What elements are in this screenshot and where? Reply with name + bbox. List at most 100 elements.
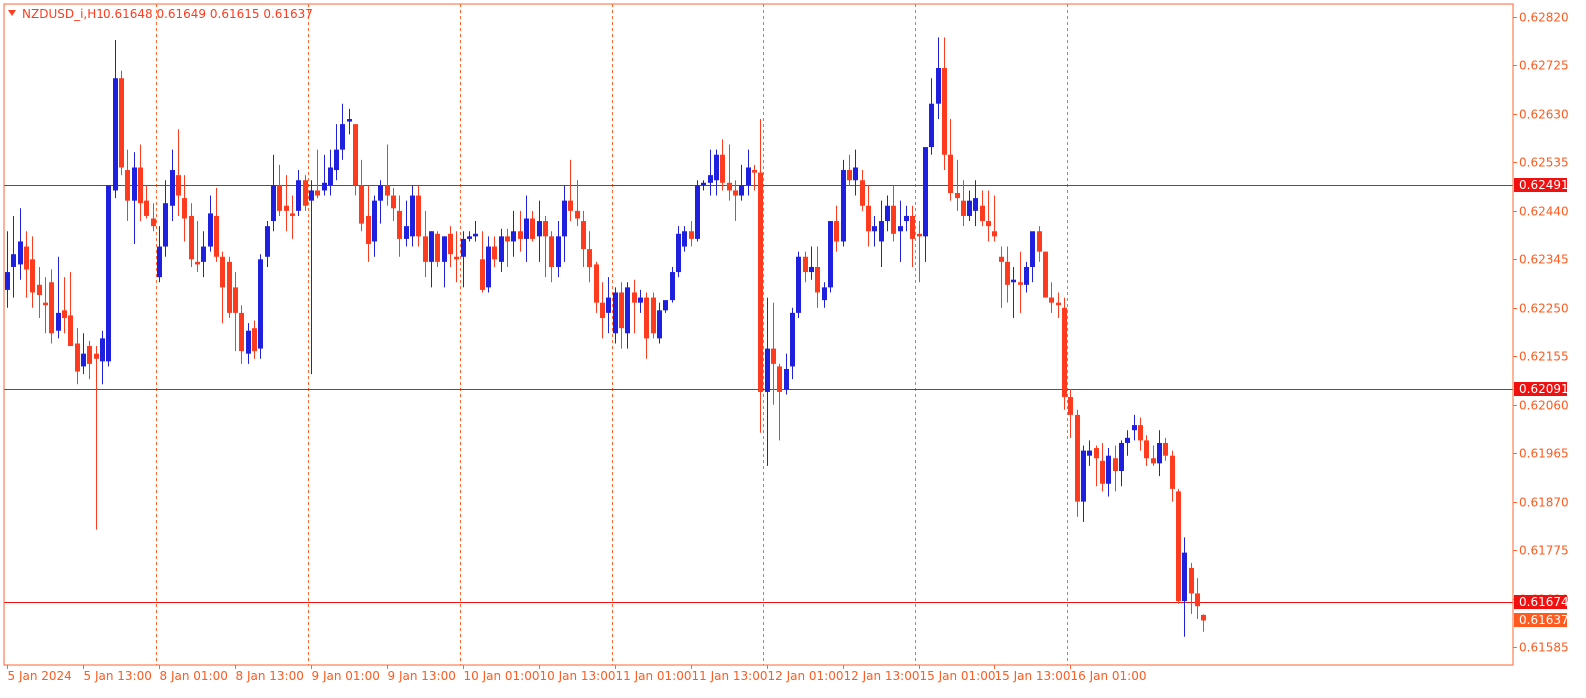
- price-badge-label: 0.61637: [1519, 613, 1569, 627]
- bear-candle: [227, 256, 232, 318]
- candle-body: [948, 154, 953, 193]
- bear-candle: [1075, 409, 1080, 517]
- candle-body: [1144, 440, 1149, 459]
- candle-body: [841, 170, 846, 242]
- candle-body: [657, 310, 662, 339]
- candle-body: [1100, 460, 1105, 484]
- candle-body: [1125, 437, 1130, 443]
- candle-body: [1201, 614, 1206, 621]
- candle-body: [322, 182, 327, 191]
- candle-body: [518, 231, 523, 239]
- candle-body: [568, 200, 573, 211]
- candle-body: [1068, 397, 1073, 415]
- candle-body: [967, 200, 972, 216]
- candle-body: [265, 226, 270, 257]
- time-tick-label: 15 Jan 13:00: [995, 669, 1071, 683]
- candle-body: [62, 310, 67, 318]
- candle-body: [505, 236, 510, 242]
- candle-body: [467, 236, 472, 239]
- bull-candle: [676, 226, 681, 278]
- candle-body: [1189, 567, 1194, 594]
- candle-body: [397, 210, 402, 239]
- candle-body: [733, 190, 738, 196]
- candle-body: [189, 215, 194, 260]
- candle-body: [638, 297, 643, 303]
- chart-header: NZDUSD_i,H1 0.61648 0.61649 0.61615 0.61…: [8, 7, 313, 21]
- candle-body: [720, 154, 725, 183]
- candle-body: [1030, 231, 1035, 267]
- candle-body: [644, 297, 649, 339]
- candle-body: [1094, 448, 1099, 459]
- bull-candle: [695, 180, 700, 242]
- candle-body: [1195, 593, 1200, 607]
- candle-body: [929, 103, 934, 148]
- time-tick-label: 16 Jan 01:00: [1071, 669, 1147, 683]
- candle-body: [790, 312, 795, 367]
- price-chart[interactable]: 0.62820 0.62725 0.62630 0.62535 0.62440 0.623…: [0, 0, 1586, 698]
- bear-candle: [1176, 488, 1181, 604]
- bear-candle: [1062, 297, 1067, 410]
- bear-candle: [435, 231, 440, 267]
- candle-body: [853, 167, 858, 181]
- candle-body: [157, 246, 162, 278]
- bull-candle: [106, 185, 111, 367]
- candle-body: [537, 221, 542, 237]
- price-tick-label: 0.61870: [1519, 496, 1569, 510]
- candle-body: [359, 185, 364, 224]
- time-tick-label: 8 Jan 01:00: [160, 669, 228, 683]
- candle-body: [429, 231, 434, 262]
- bull-candle: [796, 251, 801, 318]
- candle-body: [220, 256, 225, 288]
- candle-body: [1075, 414, 1080, 502]
- candle-body: [891, 205, 896, 234]
- candle-body: [676, 233, 681, 273]
- candle-body: [625, 287, 630, 334]
- candle-body: [708, 175, 713, 183]
- level-price-badge: 0.61674: [1514, 595, 1569, 609]
- candle-body: [822, 287, 827, 301]
- candle-body: [695, 185, 700, 239]
- candle-body: [613, 292, 618, 334]
- candle-body: [290, 213, 295, 216]
- candle-body: [303, 180, 308, 206]
- candle-body: [227, 261, 232, 313]
- candle-body: [898, 226, 903, 232]
- candle-body: [372, 200, 377, 242]
- candle-body: [284, 205, 289, 211]
- candle-body: [315, 190, 320, 196]
- candle-body: [999, 256, 1004, 262]
- time-tick-label: 15 Jan 01:00: [920, 669, 996, 683]
- candle-body: [1081, 450, 1086, 502]
- candle-body: [334, 149, 339, 171]
- candle-body: [138, 167, 143, 204]
- candle-body: [214, 215, 219, 257]
- candle-body: [277, 185, 282, 211]
- candle-body: [587, 249, 592, 267]
- candle-body: [75, 343, 80, 372]
- candle-body: [119, 78, 124, 168]
- price-tick-label: 0.61775: [1519, 544, 1569, 558]
- candle-body: [454, 256, 459, 260]
- candle-body: [328, 167, 333, 186]
- candle-body: [163, 203, 168, 247]
- candle-body: [1151, 458, 1156, 464]
- candle-body: [1043, 251, 1048, 298]
- candle-body: [30, 259, 35, 293]
- candle-body: [682, 231, 687, 247]
- candle-body: [252, 328, 257, 352]
- bear-candle: [119, 70, 124, 176]
- candle-body: [1011, 279, 1016, 283]
- candle-body: [208, 213, 213, 247]
- candle-body: [955, 192, 960, 199]
- candle-body: [176, 175, 181, 196]
- candle-body: [549, 236, 554, 267]
- candle-body: [340, 124, 345, 150]
- candle-body: [986, 221, 991, 227]
- candle-body: [37, 284, 42, 296]
- candle-body: [56, 312, 61, 331]
- price-tick-label: 0.62345: [1519, 253, 1569, 267]
- candle-body: [144, 200, 149, 216]
- candle-body: [632, 292, 637, 303]
- candle-body: [885, 205, 890, 222]
- candle-body: [442, 236, 447, 262]
